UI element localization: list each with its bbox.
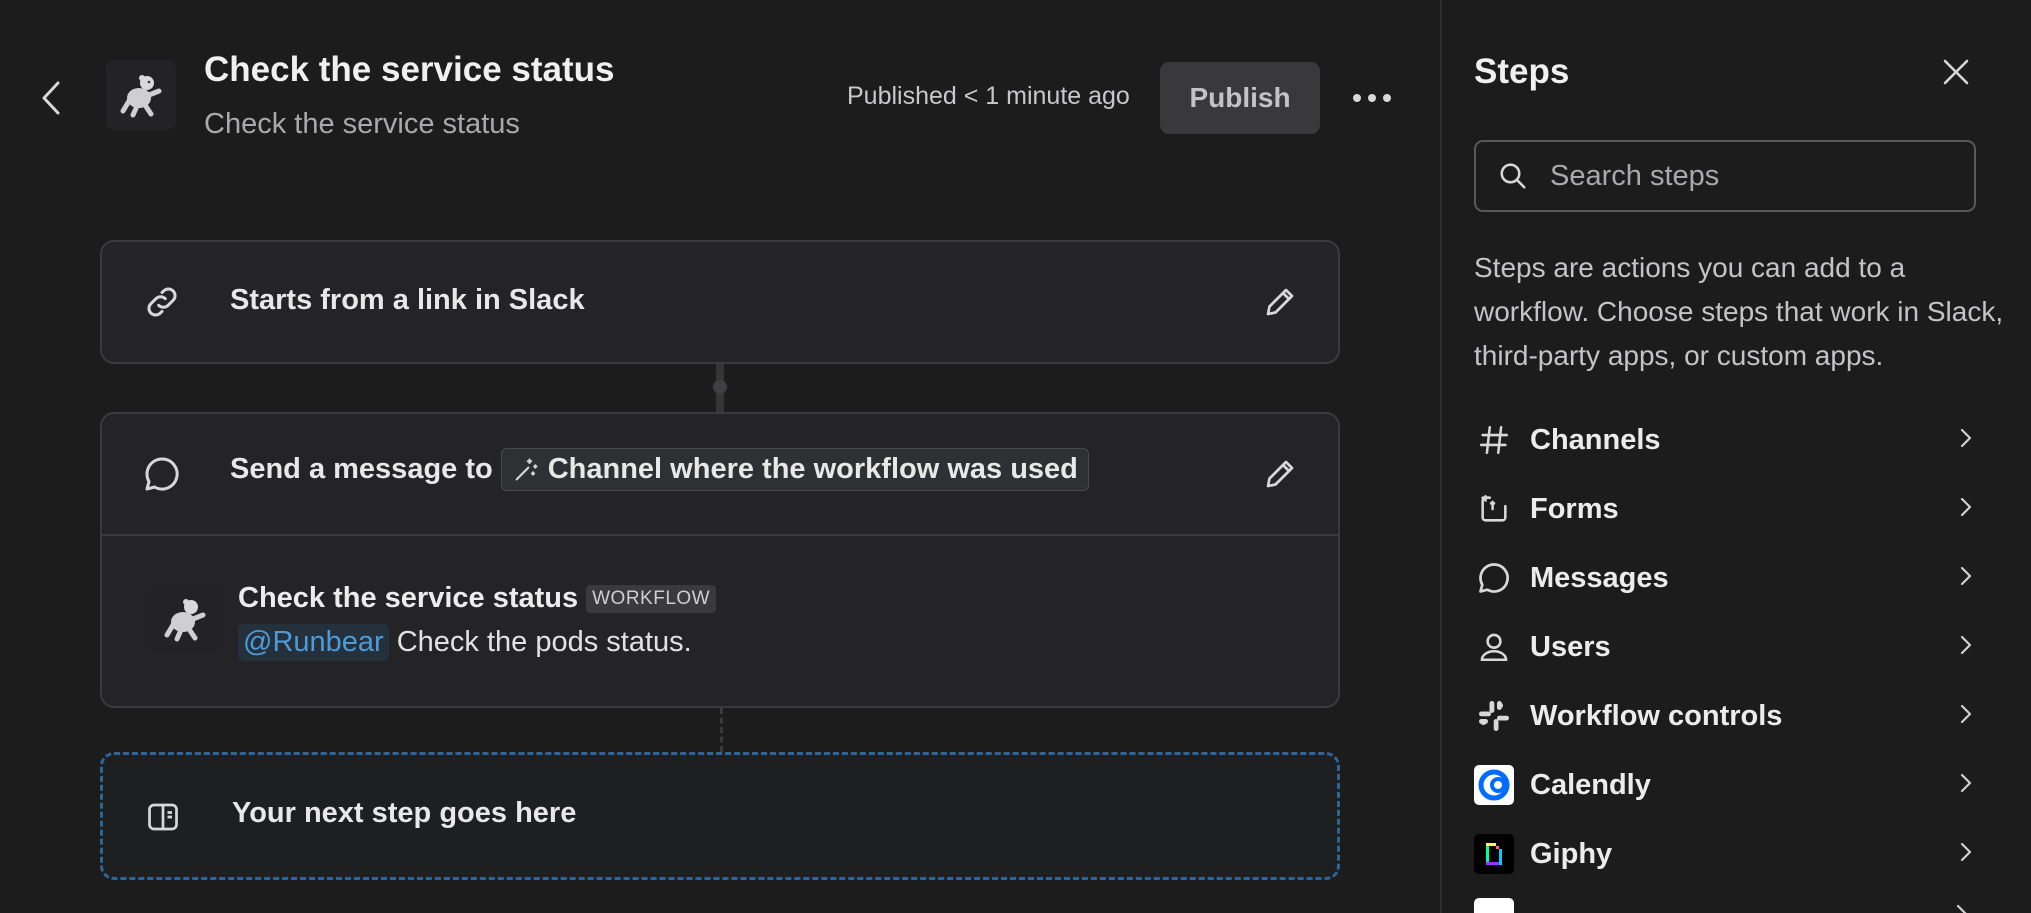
magic-wand-icon [515,457,538,480]
steps-panel-title: Steps [1474,52,1570,91]
user-icon [1474,627,1514,667]
sender-avatar [150,584,220,654]
category-label: Workflow controls [1530,699,1783,732]
category-channels[interactable]: Channels [1474,412,1974,468]
steps-description: Steps are actions you can add to a workf… [1474,252,2004,371]
category-label: Calendly [1530,768,1651,801]
category-label: Giphy [1530,837,1613,870]
category-calendly[interactable]: Calendly [1474,757,1974,813]
category-forms[interactable]: Forms [1474,481,1974,537]
next-category-logo-icon [1474,898,1514,913]
message-step-prefix: Send a message to [230,453,493,485]
bear-mascot-icon [120,75,162,118]
step-connector-dot [713,380,727,394]
category-workflow-controls[interactable]: Workflow controls [1474,688,1974,744]
panel-layout-icon [141,795,185,839]
channel-chip-label: Channel where the workflow was used [547,453,1078,485]
category-users[interactable]: Users [1474,619,1974,675]
preview-sender-name: Check the service status [238,582,579,614]
search-steps-field[interactable] [1474,140,1976,212]
category-label: Forms [1530,492,1619,525]
giphy-logo-icon [1474,834,1514,874]
chevron-right-icon [1960,566,1972,586]
published-status: Published < 1 minute ago [847,82,1130,110]
preview-message-text: Check the pods status. [396,626,692,658]
trigger-label: Starts from a link in Slack [230,284,585,316]
chevron-right-icon [1960,497,1972,517]
form-icon [1474,489,1514,529]
workflow-title: Check the service status [204,50,615,89]
workflow-badge: WORKFLOW [586,584,717,613]
close-panel-button[interactable] [1938,52,1974,92]
message-step-label: Send a message to Channel where the work… [230,448,1089,491]
category-giphy[interactable]: Giphy [1474,826,1974,882]
workflow-description: Check the service status [204,108,520,140]
next-step-label: Your next step goes here [232,797,577,829]
publish-button[interactable]: Publish [1160,62,1320,134]
pencil-icon [1266,288,1294,316]
message-icon [140,452,184,496]
category-messages[interactable]: Messages [1474,550,1974,606]
chevron-right-icon [1960,635,1972,655]
chevron-left-icon [42,81,60,115]
edit-trigger-button[interactable] [1256,278,1304,326]
link-icon [140,280,184,324]
category-label: Users [1530,630,1611,663]
chevron-right-icon [1960,428,1972,448]
hash-icon [1474,420,1514,460]
channel-variable-chip[interactable]: Channel where the workflow was used [500,448,1089,491]
pencil-icon [1266,460,1294,488]
slack-logo-icon [1474,696,1514,736]
trigger-step-card[interactable]: Starts from a link in Slack [100,240,1340,364]
back-button[interactable] [36,76,66,120]
calendly-logo-icon [1474,765,1514,805]
chevron-right-icon [1960,842,1972,862]
user-mention: @Runbear [238,624,389,661]
close-icon [1943,59,1969,85]
bear-mascot-icon [164,599,206,642]
card-divider [102,534,1338,536]
message-icon [1474,558,1514,598]
search-icon [1500,163,1526,189]
chevron-right-icon [1960,704,1972,724]
chevron-right-icon [1960,773,1972,793]
category-label: Channels [1530,423,1661,456]
preview-message: @Runbear Check the pods status. [238,624,692,661]
step-connector [720,708,723,752]
edit-message-button[interactable] [1256,450,1304,498]
category-label: Messages [1530,561,1669,594]
message-step-card[interactable]: Send a message to Channel where the work… [100,412,1340,708]
more-horizontal-icon [1353,94,1391,102]
chevron-right-icon [1954,902,1968,913]
more-options-button[interactable] [1348,76,1396,120]
search-steps-input[interactable] [1548,158,1972,194]
preview-sender: Check the service status WORKFLOW [238,582,717,615]
workflow-avatar [106,60,176,130]
next-step-placeholder[interactable]: Your next step goes here [100,752,1340,880]
